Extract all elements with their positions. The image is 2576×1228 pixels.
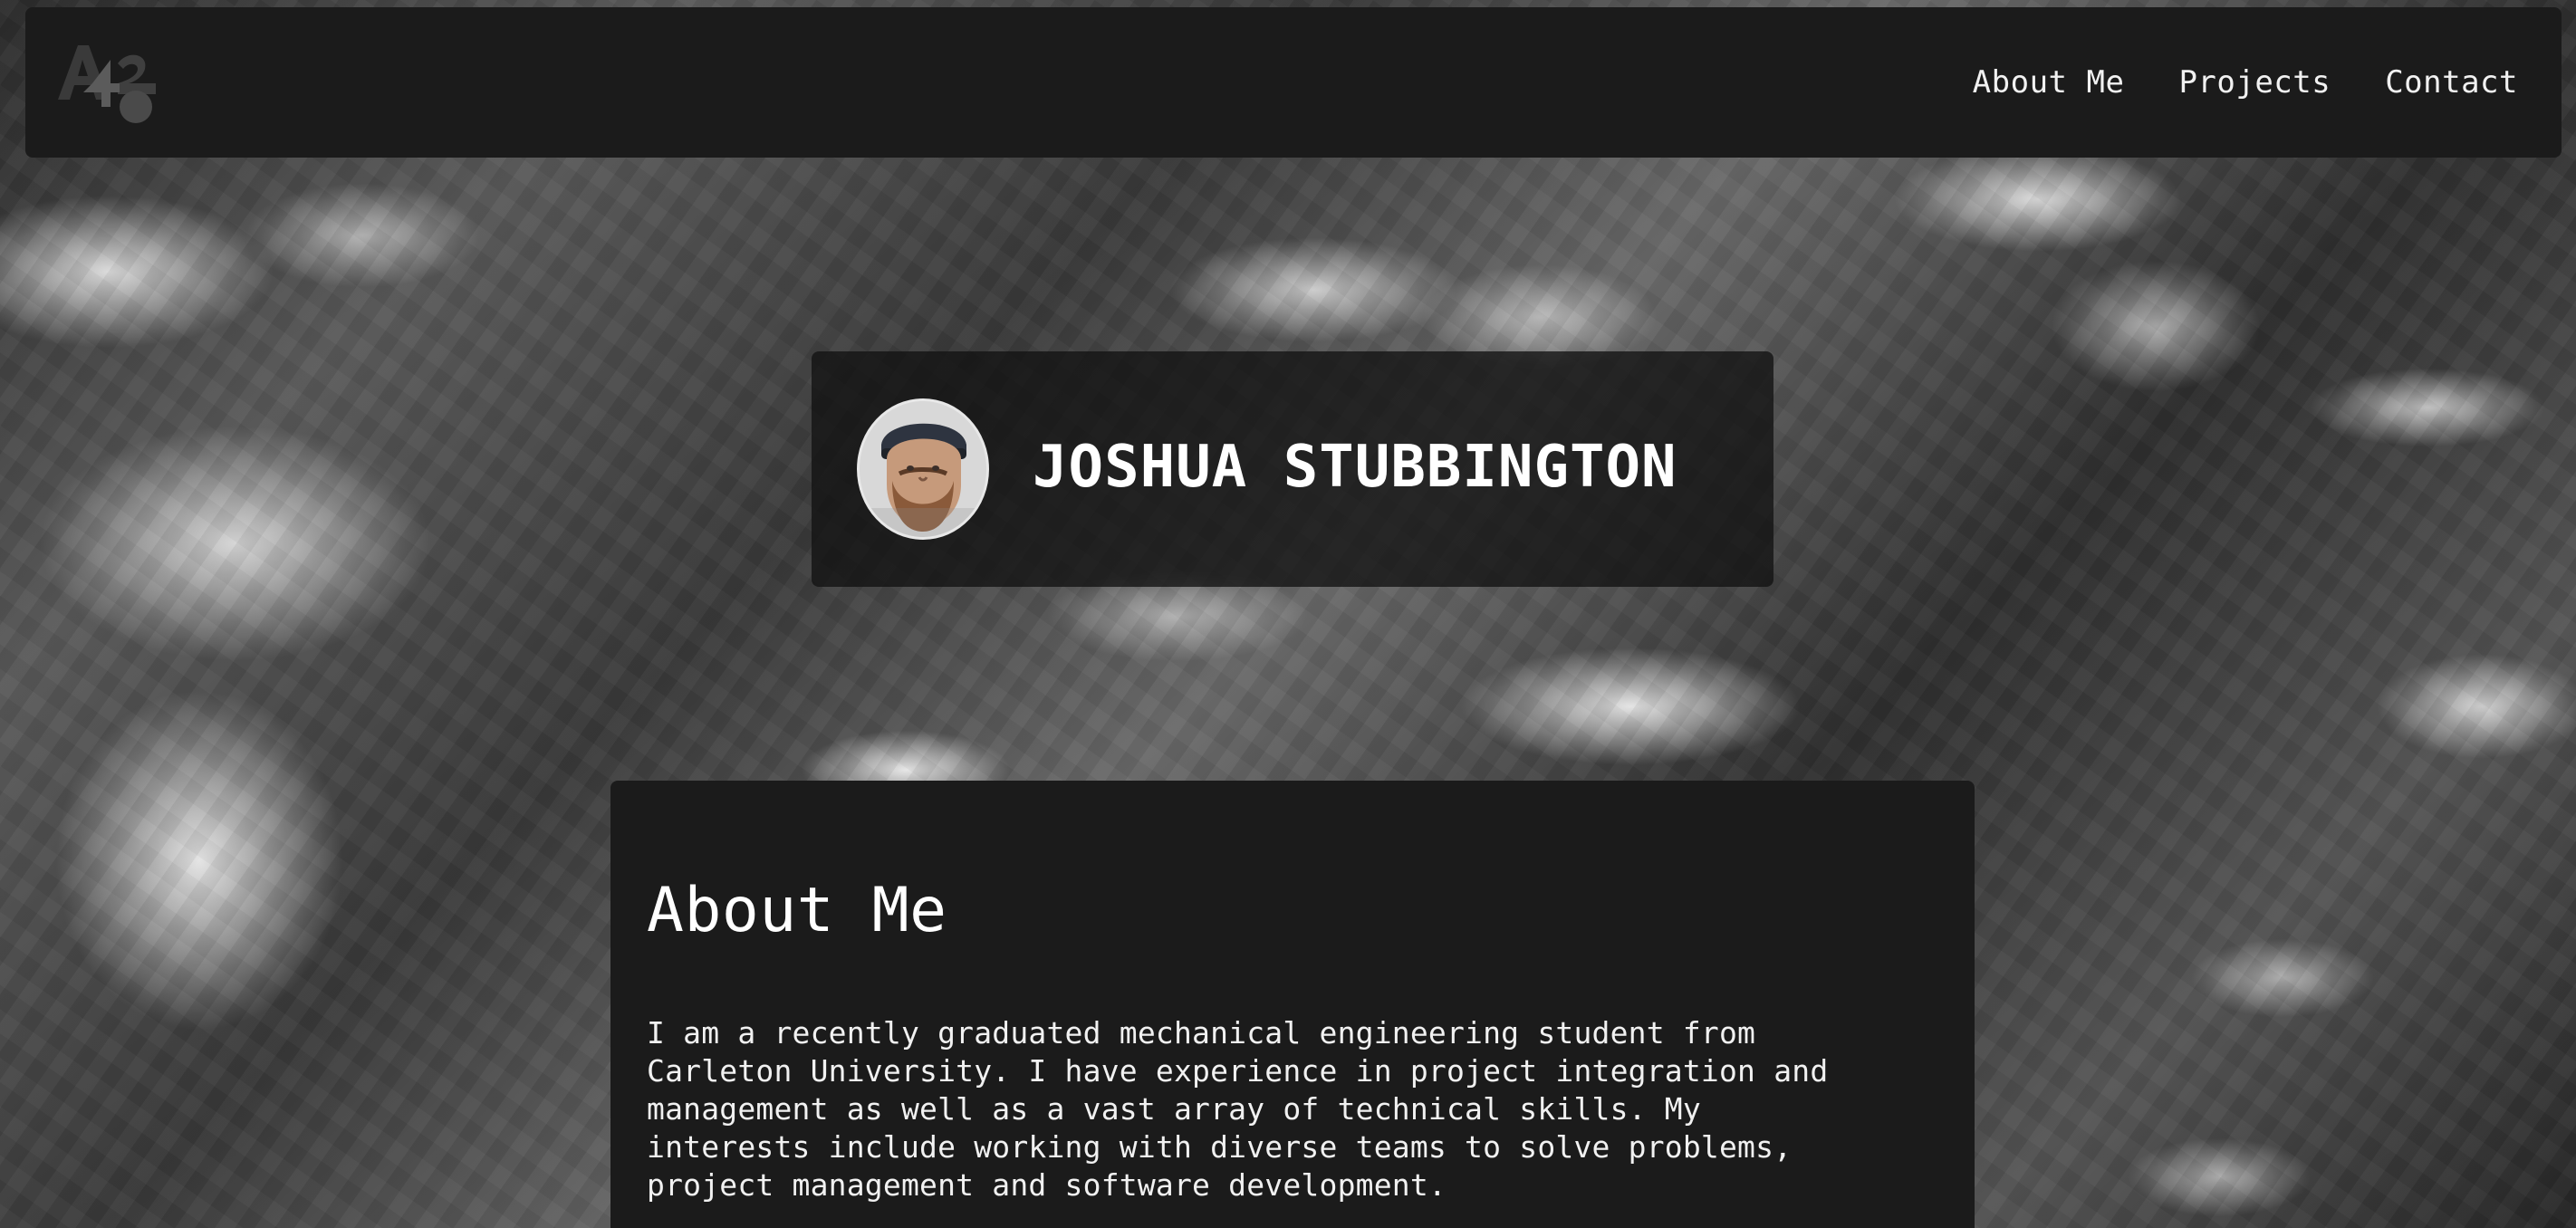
about-me-text: I am a recently graduated mechanical eng… xyxy=(647,1015,1829,1203)
hero-card: JOSHUA STUBBINGTON xyxy=(812,351,1773,587)
nav-projects-link[interactable]: Projects xyxy=(2178,64,2331,101)
top-navigation-bar: About Me Projects Contact xyxy=(25,7,2562,158)
hero-name: JOSHUA STUBBINGTON xyxy=(1033,434,1677,501)
logo-icon[interactable] xyxy=(43,33,161,132)
main-nav: About Me Projects Contact xyxy=(1973,7,2518,158)
logo-svg xyxy=(58,45,156,123)
about-me-section: About Me I am a recently graduated mecha… xyxy=(610,781,1975,1228)
about-me-title: About Me xyxy=(647,875,947,946)
avatar-photo-icon xyxy=(860,401,986,537)
nav-contact-link[interactable]: Contact xyxy=(2385,64,2518,101)
page-background: About Me Projects Contact JOSHUA STUBBIN… xyxy=(0,0,2576,1228)
avatar xyxy=(857,398,989,540)
nav-about-me-link[interactable]: About Me xyxy=(1973,64,2125,101)
